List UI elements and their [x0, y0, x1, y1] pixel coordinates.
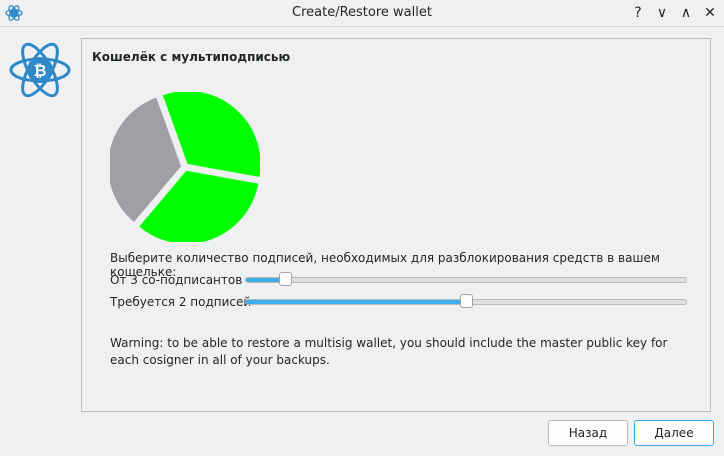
title-bar: Create/Restore wallet ? ∨ ∧ ✕ [0, 0, 724, 27]
required-signatures-slider[interactable] [245, 294, 687, 308]
cosigners-slider[interactable] [245, 272, 687, 286]
page-title: Кошелёк с мультиподписью [92, 50, 291, 64]
electrum-bitcoin-atom-icon: ₿ [9, 42, 71, 98]
svg-text:₿: ₿ [33, 61, 46, 80]
cosigners-label: От 3 со-подписантов [110, 273, 243, 287]
signatures-pie-chart [110, 92, 260, 242]
cosigners-slider-handle[interactable] [278, 272, 292, 286]
multisig-panel: Кошелёк с мультиподписью Выберите количе… [81, 38, 711, 412]
required-slider-handle[interactable] [459, 294, 473, 308]
required-slider-fill [246, 300, 466, 304]
next-button[interactable]: Далее [634, 420, 714, 446]
close-button[interactable]: ✕ [700, 3, 720, 23]
warning-text: Warning: to be able to restore a multisi… [110, 336, 668, 367]
required-signatures-label: Требуется 2 подписей [110, 295, 252, 309]
maximize-button[interactable]: ∧ [676, 3, 696, 23]
minimize-button[interactable]: ∨ [652, 3, 672, 23]
back-button[interactable]: Назад [548, 420, 628, 446]
help-button[interactable]: ? [628, 3, 648, 23]
window-title: Create/Restore wallet [292, 5, 432, 20]
